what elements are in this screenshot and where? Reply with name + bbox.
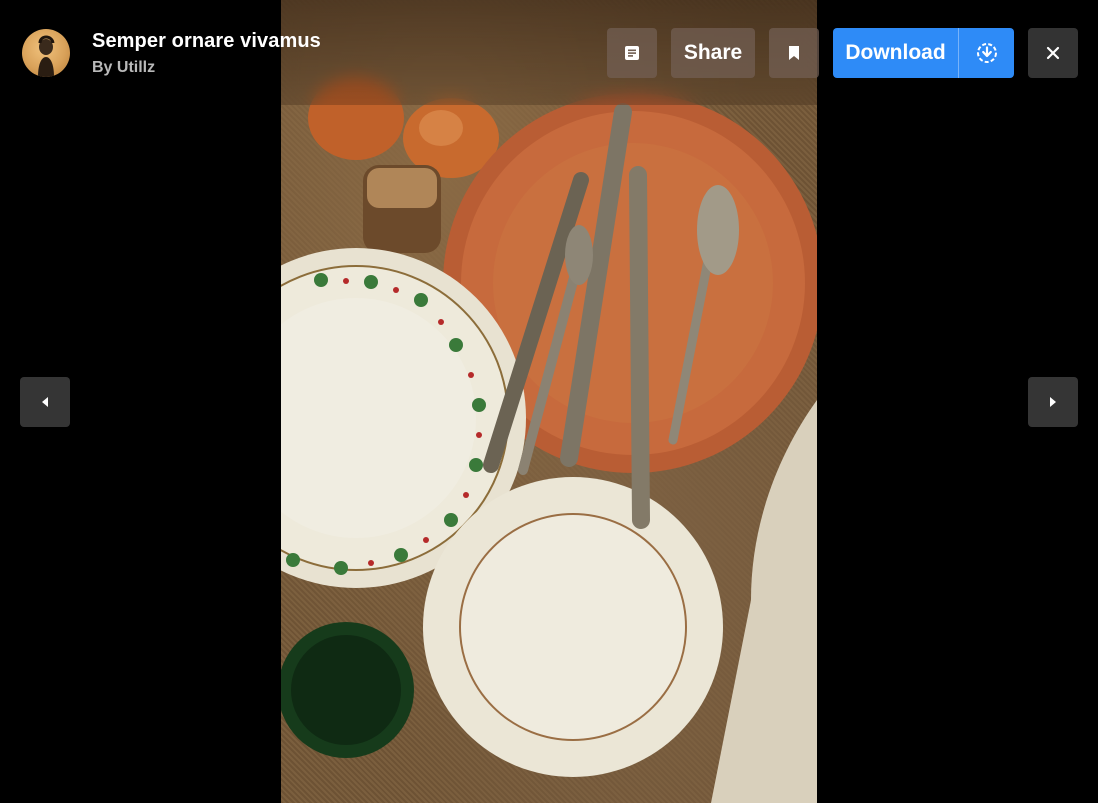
- share-button[interactable]: Share: [671, 28, 755, 78]
- arrow-left-icon: [42, 397, 48, 407]
- photo-image: [281, 0, 817, 803]
- author-avatar[interactable]: [22, 29, 70, 77]
- photo-viewer-modal: Semper ornare vivamus By Utillz Share Do…: [0, 0, 1098, 803]
- download-button[interactable]: Download: [833, 28, 958, 78]
- details-button[interactable]: [607, 28, 657, 78]
- download-circle-icon: [976, 43, 997, 63]
- previous-photo-button[interactable]: [20, 377, 70, 427]
- author-byline[interactable]: By Utillz: [92, 59, 155, 77]
- photo-title: Semper ornare vivamus: [92, 30, 321, 52]
- arrow-right-icon: [1050, 397, 1056, 407]
- details-icon: [625, 46, 639, 60]
- photo-artwork: [281, 76, 817, 803]
- avatar-icon: [38, 35, 55, 77]
- download-options-button[interactable]: [959, 28, 1014, 78]
- close-button[interactable]: [1028, 28, 1078, 78]
- close-icon: [1046, 46, 1060, 60]
- next-photo-button[interactable]: [1028, 377, 1078, 427]
- bookmark-button[interactable]: [769, 28, 819, 78]
- bookmark-icon: [789, 46, 799, 60]
- download-button-group: Download: [833, 28, 1014, 78]
